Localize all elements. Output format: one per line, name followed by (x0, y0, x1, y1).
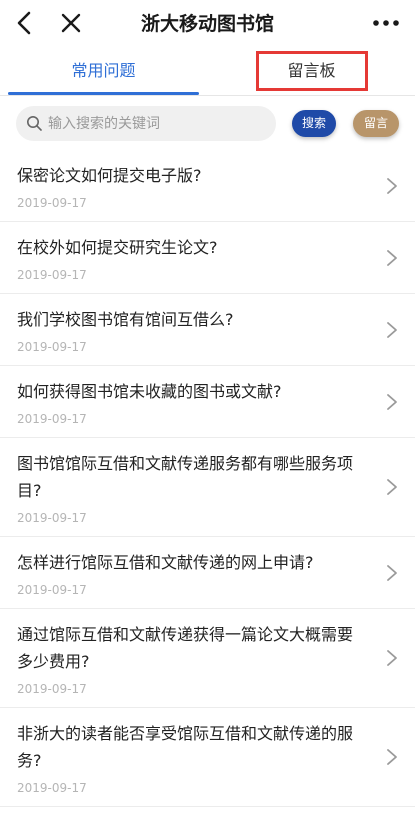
faq-date: 2019-09-17 (17, 511, 87, 525)
faq-date: 2019-09-17 (17, 781, 87, 795)
leave-message-button[interactable]: 留言 (353, 110, 399, 137)
search-input[interactable] (48, 106, 268, 141)
search-button[interactable]: 搜索 (292, 110, 336, 137)
list-item[interactable]: 通过馆际互借和文献传递获得一篇论文大概需要多少费用? 2019-09-17 (0, 609, 415, 708)
chevron-right-icon (387, 650, 397, 666)
faq-question: 在校外如何提交研究生论文? (17, 238, 218, 257)
chevron-right-icon (387, 249, 397, 266)
faq-question: 我们学校图书馆有馆间互借么? (17, 310, 234, 329)
faq-date: 2019-09-17 (17, 196, 87, 210)
tab-faq[interactable]: 常用问题 (0, 48, 207, 95)
search-row: 搜索 留言 (0, 100, 415, 148)
faq-date: 2019-09-17 (17, 340, 87, 354)
faq-question: 怎样进行馆际互借和文献传递的网上申请? (17, 553, 314, 572)
more-icon[interactable] (369, 10, 403, 36)
tab-bar: 常用问题 留言板 (0, 48, 415, 96)
list-item[interactable]: 保密论文如何提交电子版? 2019-09-17 (0, 150, 415, 222)
list-item[interactable]: 怎样进行馆际互借和文献传递的网上申请? 2019-09-17 (0, 537, 415, 609)
header-bar: 浙大移动图书馆 (0, 0, 415, 46)
chevron-right-icon (387, 749, 397, 765)
faq-list: 保密论文如何提交电子版? 2019-09-17 在校外如何提交研究生论文? 20… (0, 150, 415, 807)
faq-question: 如何获得图书馆未收藏的图书或文献? (17, 382, 282, 401)
list-item[interactable]: 我们学校图书馆有馆间互借么? 2019-09-17 (0, 294, 415, 366)
chevron-right-icon (387, 321, 397, 338)
chevron-right-icon (387, 564, 397, 581)
faq-date: 2019-09-17 (17, 682, 87, 696)
highlight-box (256, 51, 368, 91)
faq-question: 通过馆际互借和文献传递获得一篇论文大概需要多少费用? (17, 625, 354, 671)
chevron-right-icon (387, 393, 397, 410)
chevron-right-icon (387, 177, 397, 194)
tab-faq-label: 常用问题 (71, 61, 136, 80)
search-box (16, 106, 276, 141)
faq-date: 2019-09-17 (17, 268, 87, 282)
tab-message-board[interactable]: 留言板 (208, 48, 415, 94)
search-icon (27, 116, 42, 131)
faq-date: 2019-09-17 (17, 412, 87, 426)
list-item[interactable]: 如何获得图书馆未收藏的图书或文献? 2019-09-17 (0, 366, 415, 438)
faq-question: 非浙大的读者能否享受馆际互借和文献传递的服务? (17, 724, 354, 770)
list-item[interactable]: 非浙大的读者能否享受馆际互借和文献传递的服务? 2019-09-17 (0, 708, 415, 807)
page-title: 浙大移动图书馆 (140, 13, 274, 35)
faq-date: 2019-09-17 (17, 583, 87, 597)
faq-question: 保密论文如何提交电子版? (17, 166, 202, 185)
active-tab-indicator (8, 92, 199, 95)
list-item[interactable]: 图书馆馆际互借和文献传递服务都有哪些服务项目? 2019-09-17 (0, 438, 415, 537)
list-item[interactable]: 在校外如何提交研究生论文? 2019-09-17 (0, 222, 415, 294)
faq-question: 图书馆馆际互借和文献传递服务都有哪些服务项目? (17, 454, 354, 500)
chevron-right-icon (387, 479, 397, 495)
